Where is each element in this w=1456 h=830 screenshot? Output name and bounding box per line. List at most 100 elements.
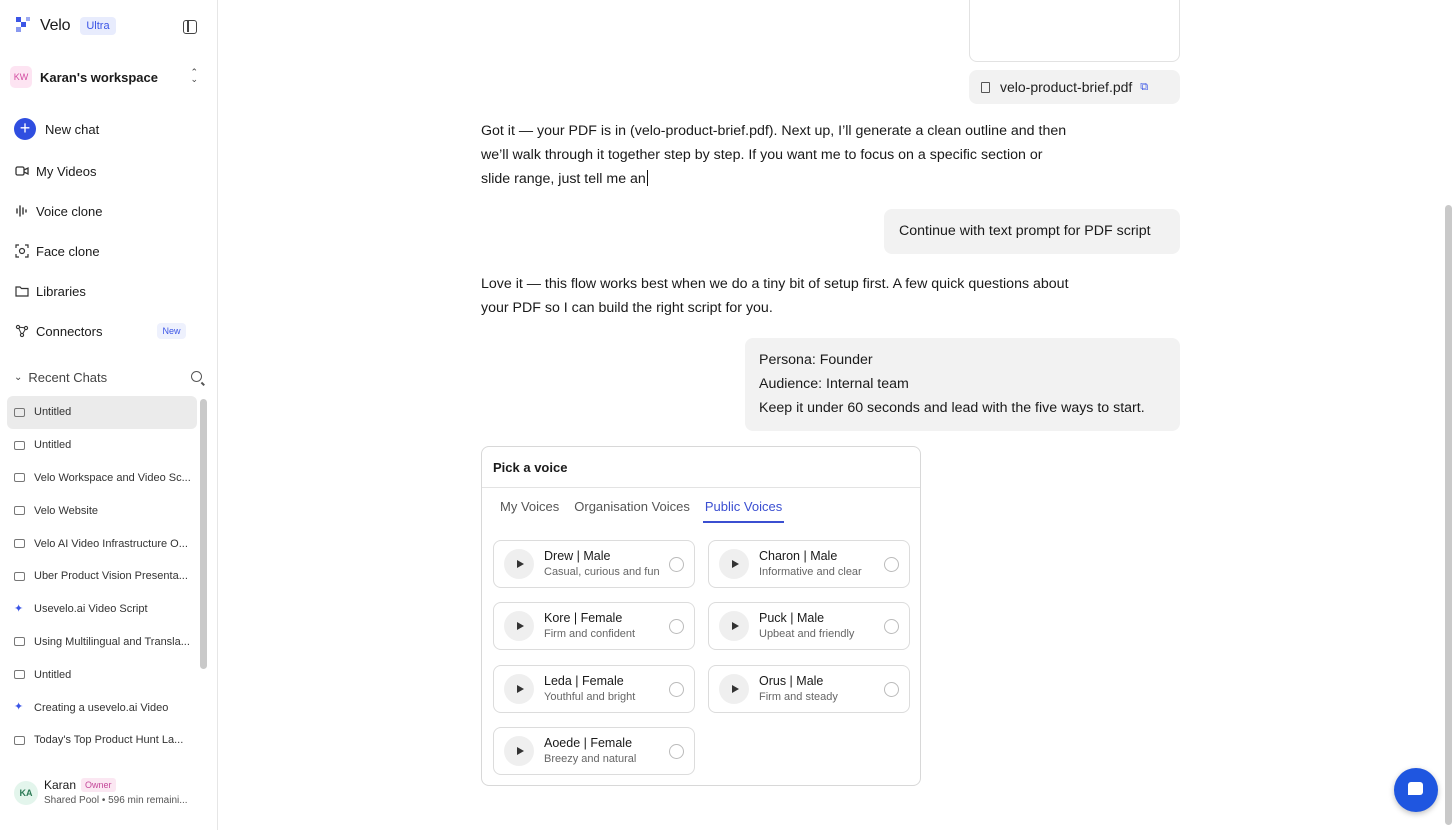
chat-icon <box>14 571 25 581</box>
chat-icon <box>14 473 25 483</box>
tab-public-voices[interactable]: Public Voices <box>702 499 785 523</box>
voice-description: Informative and clear <box>759 566 862 578</box>
list-item[interactable]: Today's Top Product Hunt La... <box>7 724 197 757</box>
chat-icon <box>14 440 25 450</box>
tab-organisation-voices[interactable]: Organisation Voices <box>574 499 690 523</box>
recent-chats-list: Untitled Untitled Velo Workspace and Vid… <box>7 396 197 757</box>
workspace-name: Karan's workspace <box>40 69 158 85</box>
new-badge: New <box>157 323 186 339</box>
chevron-down-icon: ⌄ <box>14 372 23 383</box>
list-item[interactable]: Velo Website <box>7 494 197 527</box>
voice-picker: Pick a voice My Voices Organisation Voic… <box>481 446 921 786</box>
sidebar-item-face-clone[interactable]: Face clone <box>14 243 100 259</box>
play-icon[interactable] <box>504 549 534 579</box>
chat-title: Usevelo.ai Video Script <box>34 603 148 616</box>
list-item[interactable]: Untitled <box>7 429 197 462</box>
sidebar-item-connectors[interactable]: Connectors New <box>14 323 186 339</box>
sidebar-toggle-icon[interactable] <box>183 20 197 34</box>
spark-icon: ✦ <box>14 602 24 615</box>
voice-picker-title: Pick a voice <box>482 447 920 488</box>
chat-support-button[interactable] <box>1394 768 1438 812</box>
sidebar-item-my-videos[interactable]: My Videos <box>14 163 96 179</box>
chat-title: Untitled <box>34 668 72 681</box>
voice-option[interactable]: Leda | Female Youthful and bright <box>493 665 695 713</box>
list-item[interactable]: Untitled <box>7 396 197 429</box>
voice-description: Firm and steady <box>759 691 838 703</box>
list-item[interactable]: ✦ Usevelo.ai Video Script <box>7 593 197 626</box>
workspace-switcher[interactable]: KW Karan's workspace ⌃ ⌄ <box>10 64 206 90</box>
list-item[interactable]: Velo AI Video Infrastructure O... <box>7 527 197 560</box>
user-message: Continue with text prompt for PDF script <box>884 209 1180 254</box>
voice-name: Leda | Female <box>544 674 624 688</box>
recent-chats-header[interactable]: ⌄ Recent Chats <box>14 370 204 385</box>
voice-radio[interactable] <box>669 619 684 634</box>
main-scrollbar[interactable] <box>1445 205 1452 825</box>
nav-label: Connectors <box>36 323 103 339</box>
voice-description: Youthful and bright <box>544 691 636 703</box>
voice-option[interactable]: Orus | Male Firm and steady <box>708 665 910 713</box>
chat-title: Creating a usevelo.ai Video <box>34 701 169 714</box>
voice-name: Orus | Male <box>759 674 824 688</box>
voice-option[interactable]: Aoede | Female Breezy and natural <box>493 727 695 775</box>
voice-option[interactable]: Puck | Male Upbeat and friendly <box>708 602 910 650</box>
nav-label: Voice clone <box>36 203 103 219</box>
play-icon[interactable] <box>719 611 749 641</box>
chat-icon <box>14 637 25 647</box>
sidebar-item-voice-clone[interactable]: Voice clone <box>14 203 103 219</box>
attachment-name: velo-product-brief.pdf <box>1000 79 1133 95</box>
plus-icon: + <box>14 118 36 140</box>
sidebar-scrollbar[interactable] <box>200 399 207 669</box>
user-message-text: Continue with text prompt for PDF script <box>899 223 1151 239</box>
chat-title: Today's Top Product Hunt La... <box>34 734 184 747</box>
list-item[interactable]: Using Multilingual and Transla... <box>7 626 197 659</box>
voice-option[interactable]: Kore | Female Firm and confident <box>493 602 695 650</box>
nodes-icon <box>14 323 30 339</box>
face-scan-icon <box>14 243 30 259</box>
play-icon[interactable] <box>504 674 534 704</box>
recent-chats-label: Recent Chats <box>28 370 108 385</box>
pdf-preview[interactable] <box>969 0 1180 62</box>
external-link-icon[interactable]: ⧉ <box>1140 81 1148 94</box>
list-item[interactable]: Uber Product Vision Presenta... <box>7 560 197 593</box>
voice-radio[interactable] <box>669 557 684 572</box>
search-icon[interactable] <box>191 371 202 382</box>
list-item[interactable]: Velo Workspace and Video Sc... <box>7 462 197 495</box>
brand[interactable]: Velo Ultra <box>16 17 116 35</box>
file-icon <box>981 81 990 93</box>
avatar: KA <box>14 781 38 805</box>
chat-title: Velo Workspace and Video Sc... <box>34 471 191 484</box>
nav-label: My Videos <box>36 163 97 179</box>
play-icon[interactable] <box>719 674 749 704</box>
play-icon[interactable] <box>504 736 534 766</box>
voice-option[interactable]: Charon | Male Informative and clear <box>708 540 910 588</box>
assistant-message: Got it — your PDF is in (velo-product-br… <box>481 119 1071 191</box>
user-message-line: Audience: Internal team <box>759 376 909 392</box>
new-chat-button[interactable]: + New chat <box>14 118 99 140</box>
sidebar-item-libraries[interactable]: Libraries <box>14 283 86 299</box>
voice-radio[interactable] <box>669 682 684 697</box>
play-icon[interactable] <box>504 611 534 641</box>
voice-radio[interactable] <box>884 682 899 697</box>
voice-name: Drew | Male <box>544 549 611 563</box>
attachment-chip[interactable]: velo-product-brief.pdf ⧉ <box>969 70 1180 104</box>
user-profile[interactable]: KA Karan Owner Shared Pool • 596 min rem… <box>14 778 188 806</box>
voice-tabs: My Voices Organisation Voices Public Voi… <box>500 499 799 523</box>
voice-option[interactable]: Drew | Male Casual, curious and fun <box>493 540 695 588</box>
spark-icon: ✦ <box>14 701 24 714</box>
chat-title: Velo AI Video Infrastructure O... <box>34 537 188 550</box>
voice-radio[interactable] <box>884 557 899 572</box>
chat-icon <box>14 735 25 745</box>
assistant-message: Love it — this flow works best when we d… <box>481 272 1071 320</box>
voice-radio[interactable] <box>669 744 684 759</box>
list-item[interactable]: Untitled <box>7 658 197 691</box>
brand-name: Velo <box>40 17 71 34</box>
play-icon[interactable] <box>719 549 749 579</box>
tab-my-voices[interactable]: My Voices <box>500 499 559 523</box>
user-message-line: Persona: Founder <box>759 352 873 368</box>
voice-name: Charon | Male <box>759 549 838 563</box>
chat-icon <box>14 506 25 516</box>
list-item[interactable]: ✦ Creating a usevelo.ai Video <box>7 691 197 724</box>
waveform-icon <box>14 203 30 219</box>
chat-title: Uber Product Vision Presenta... <box>34 570 188 583</box>
voice-radio[interactable] <box>884 619 899 634</box>
